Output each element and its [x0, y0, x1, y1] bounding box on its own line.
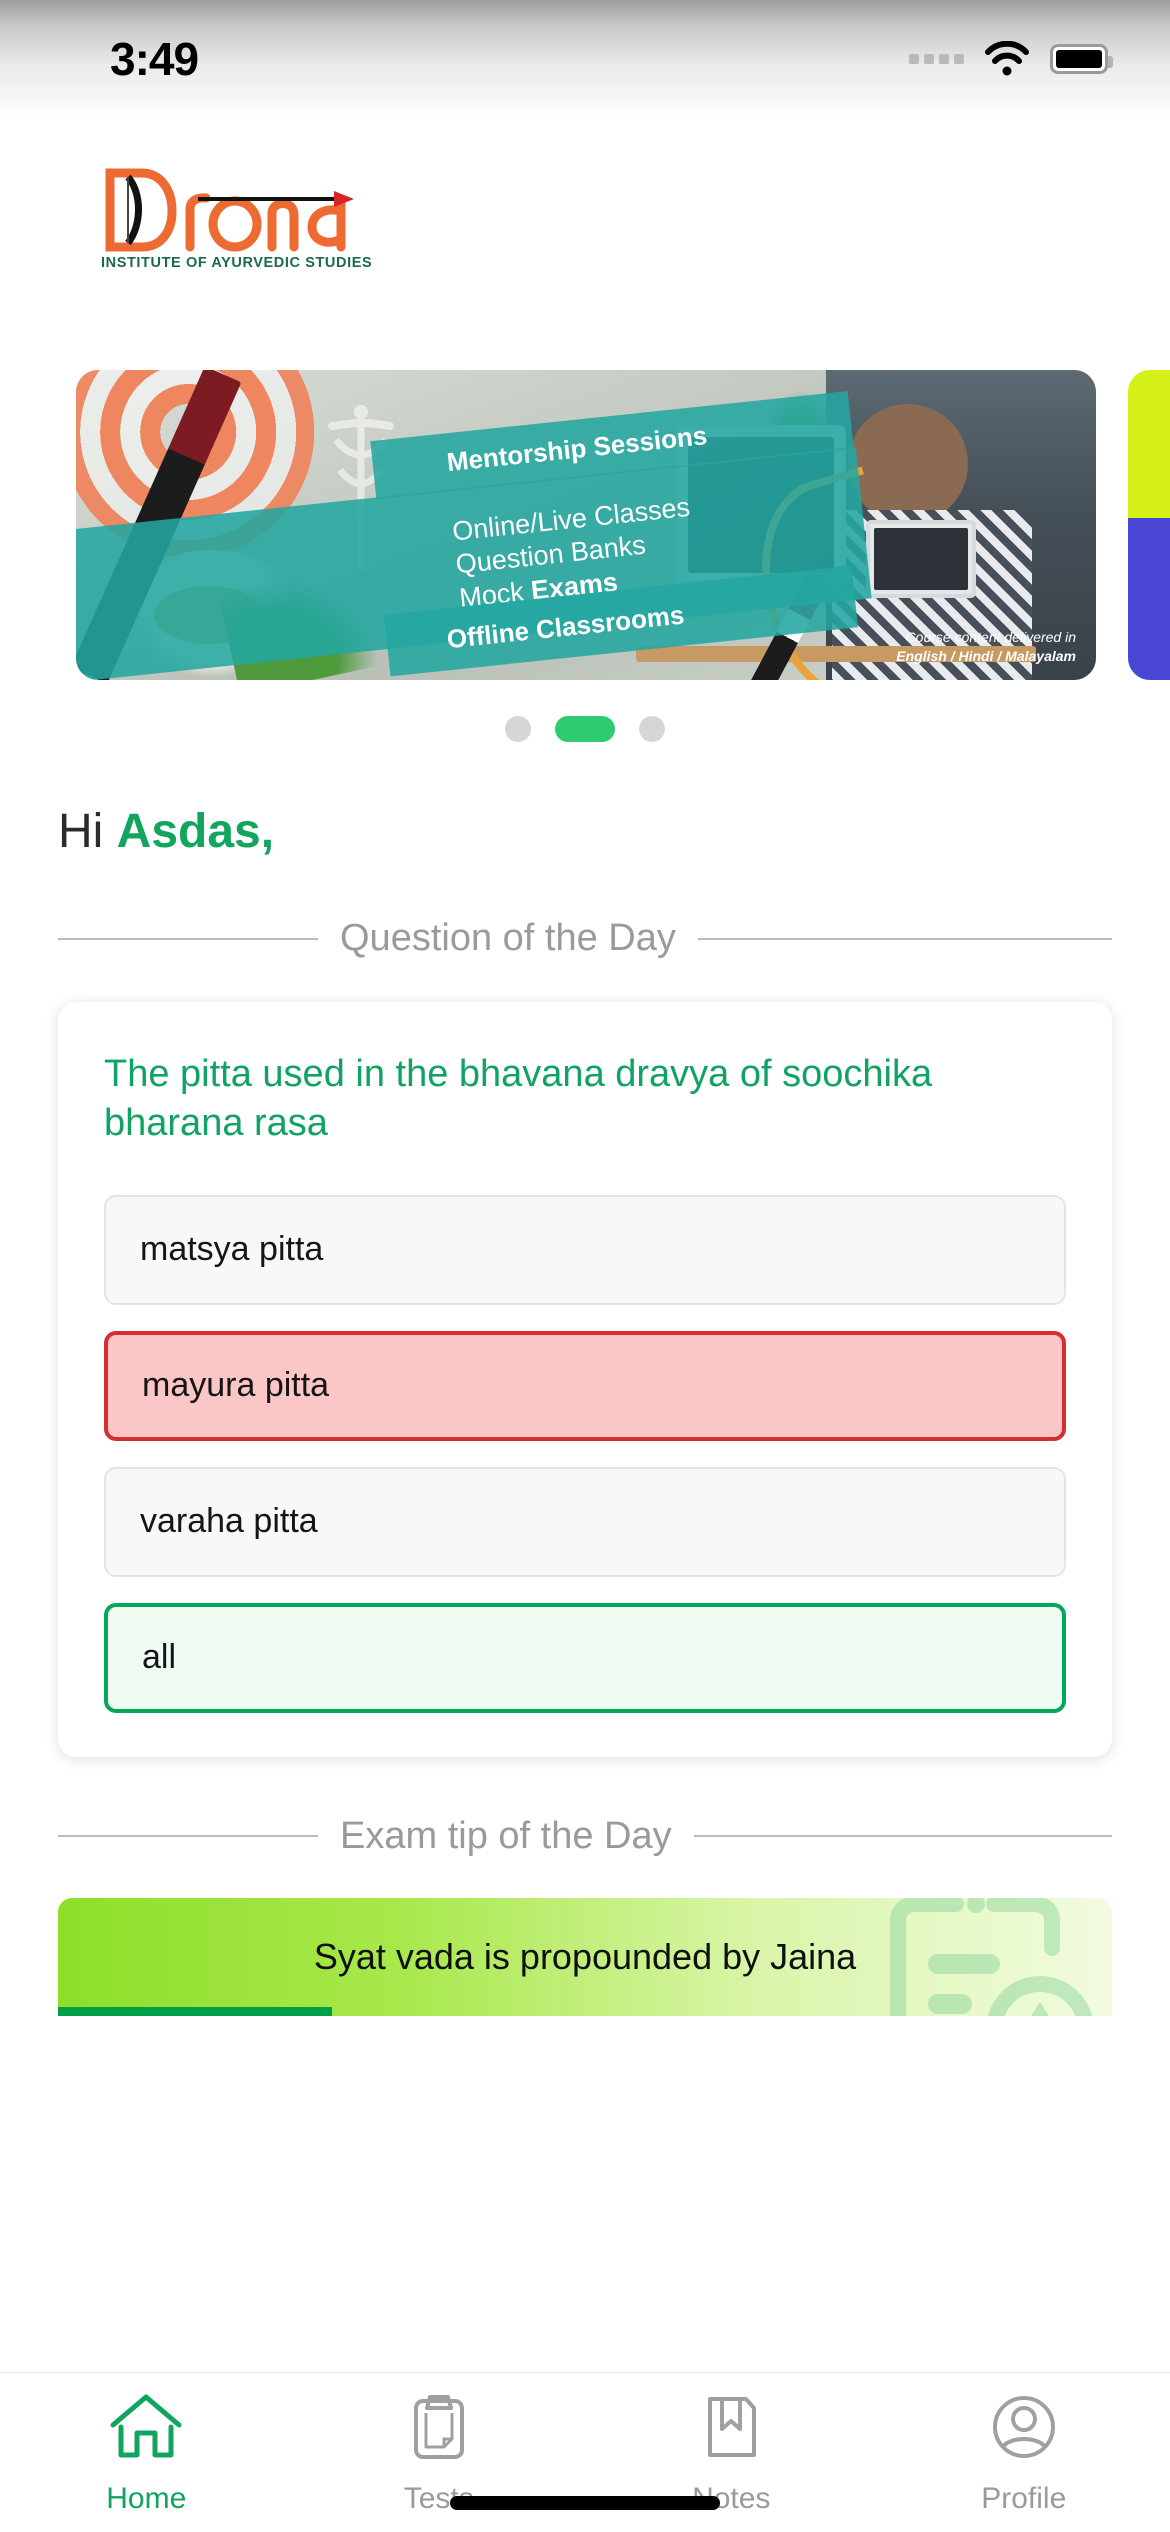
banner-caption-line1: Course content delivered in	[905, 629, 1076, 646]
exam-tip-progress-bar	[58, 2006, 333, 2016]
greeting-prefix: Hi	[58, 805, 117, 858]
home-indicator[interactable]	[450, 2496, 720, 2510]
status-time: 3:49	[110, 33, 199, 85]
answer-option-2[interactable]: mayura pitta	[104, 1330, 1066, 1441]
bottom-navigation: Home Tests Notes Profile	[0, 2372, 1170, 2532]
next-slide-bottom-block	[1128, 518, 1170, 680]
status-indicators	[909, 40, 1113, 77]
question-text: The pitta used in the bhavana dravya of …	[104, 1053, 933, 1145]
carousel-dot-2[interactable]	[555, 716, 615, 742]
tip-heading-rule-right	[693, 1835, 1112, 1838]
exam-tip-text: Syat vada is propounded by Jaina	[313, 1935, 857, 1977]
exam-tip-title: Exam tip of the Day	[340, 1814, 672, 1857]
promo-carousel[interactable]: Mentorship Sessions Online/Live Classes …	[0, 370, 1170, 680]
nav-item-profile[interactable]: Profile	[878, 2391, 1170, 2516]
signal-dots-icon	[909, 54, 964, 64]
battery-full-icon	[1050, 44, 1113, 74]
question-of-the-day-heading: Question of the Day	[58, 917, 1112, 960]
heading-rule-right	[697, 937, 1112, 940]
answer-option-4-label: all	[142, 1638, 177, 1677]
question-of-the-day-card: The pitta used in the bhavana dravya of …	[58, 1002, 1112, 1757]
answer-option-1[interactable]: matsya pitta	[104, 1194, 1066, 1305]
clipboard-icon	[400, 2391, 478, 2468]
exam-tip-heading: Exam tip of the Day	[58, 1815, 1112, 1858]
wifi-icon	[984, 40, 1030, 77]
banner-caption: Course content delivered in English / Hi…	[896, 628, 1076, 666]
answer-option-4[interactable]: all	[104, 1602, 1066, 1713]
status-bar: 3:49	[0, 0, 1170, 118]
answer-option-3[interactable]: varaha pitta	[104, 1466, 1066, 1577]
answer-option-2-label: mayura pitta	[142, 1366, 330, 1405]
carousel-pagination[interactable]	[0, 716, 1170, 742]
user-greeting: Hi Asdas,	[58, 804, 1170, 859]
bookmark-document-icon	[692, 2391, 770, 2468]
app-logo[interactable]: INSTITUTE OF AYURVEDIC STUDIES	[98, 167, 372, 271]
question-of-the-day-title: Question of the Day	[340, 917, 676, 959]
nav-item-home-label: Home	[106, 2482, 187, 2515]
greeting-user-name: Asdas,	[116, 805, 275, 858]
nav-item-home[interactable]: Home	[0, 2391, 293, 2516]
document-list-icon	[884, 1897, 1104, 2016]
banner-ribbon-offline-text: Offline Classrooms	[445, 598, 686, 654]
carousel-dot-3[interactable]	[639, 716, 665, 742]
drona-logo-icon	[105, 168, 354, 252]
nav-item-profile-label: Profile	[981, 2482, 1067, 2515]
answer-option-3-label: varaha pitta	[140, 1502, 318, 1541]
logo-tagline: INSTITUTE OF AYURVEDIC STUDIES	[101, 255, 373, 271]
main-content: Mentorship Sessions Online/Live Classes …	[0, 320, 1170, 2372]
heading-rule-left	[58, 937, 318, 940]
carousel-slide-next-peek[interactable]	[1128, 370, 1170, 680]
exam-tip-card[interactable]: Syat vada is propounded by Jaina	[58, 1897, 1112, 2016]
tip-heading-rule-left	[58, 1835, 318, 1838]
banner-caption-line2: English / Hindi / Malayalam	[896, 648, 1076, 665]
answer-option-1-label: matsya pitta	[140, 1230, 324, 1269]
user-circle-icon	[985, 2391, 1063, 2468]
next-slide-top-block	[1128, 370, 1170, 518]
carousel-slide-active[interactable]: Mentorship Sessions Online/Live Classes …	[76, 370, 1096, 680]
app-header: INSTITUTE OF AYURVEDIC STUDIES	[0, 118, 1170, 320]
home-icon	[107, 2391, 185, 2468]
carousel-dot-1[interactable]	[505, 716, 531, 742]
